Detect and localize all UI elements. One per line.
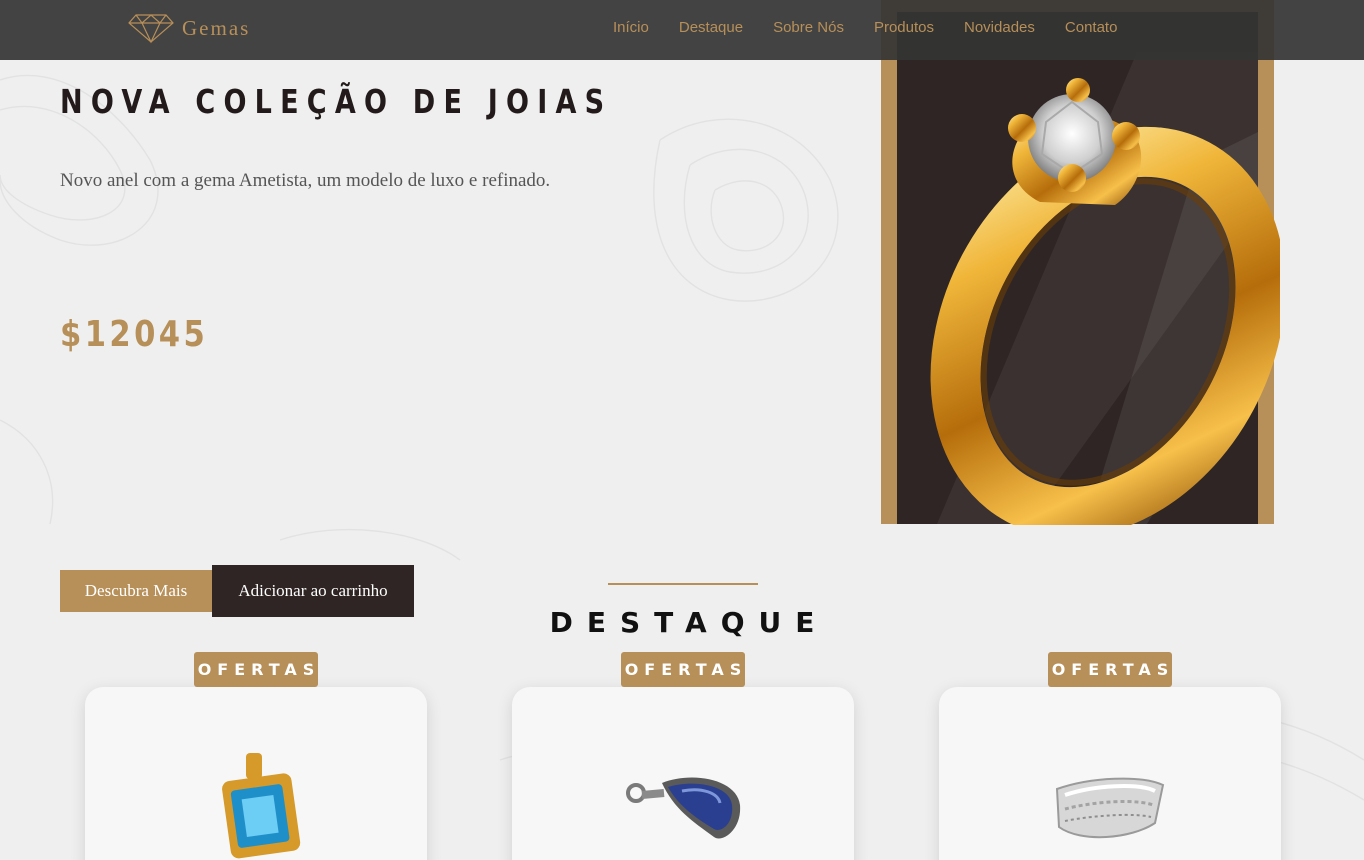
product-card-body [512,687,854,860]
offer-badge: OFERTAS [621,652,745,687]
hero-price: $12045 [60,314,209,355]
brand-name: Gemas [182,15,251,40]
brand-logo[interactable]: Gemas [128,12,250,44]
nav-item-destaque[interactable]: Destaque [679,19,743,36]
nav-item-produtos[interactable]: Produtos [874,19,934,36]
silver-ring-image [1055,777,1165,839]
hero-title: NOVA COLEÇÃO DE JOIAS [60,82,613,121]
product-card-body [85,687,427,860]
nav-item-contato[interactable]: Contato [1065,19,1118,36]
nav-item-inicio[interactable]: Início [613,19,649,36]
offer-badge: OFERTAS [1048,652,1172,687]
product-card[interactable]: OFERTAS [85,652,427,860]
diamond-icon [128,14,174,44]
sapphire-pendant-image [626,777,741,839]
site-header: Gemas Início Destaque Sobre Nós Produtos… [0,0,1364,60]
section-divider [608,583,758,585]
product-card[interactable]: OFERTAS [939,652,1281,860]
offer-badge: OFERTAS [194,652,318,687]
nav-item-sobre-nos[interactable]: Sobre Nós [773,19,844,36]
product-card-body [939,687,1281,860]
main-nav: Início Destaque Sobre Nós Produtos Novid… [598,19,1132,36]
blue-topaz-pendant-image [222,753,301,859]
section-title-destaque: DESTAQUE [549,606,829,639]
gold-ring-image [930,78,1280,525]
hero-description: Novo anel com a gema Ametista, um modelo… [60,170,551,191]
nav-item-novidades[interactable]: Novidades [964,19,1035,36]
product-card[interactable]: OFERTAS [512,652,854,860]
